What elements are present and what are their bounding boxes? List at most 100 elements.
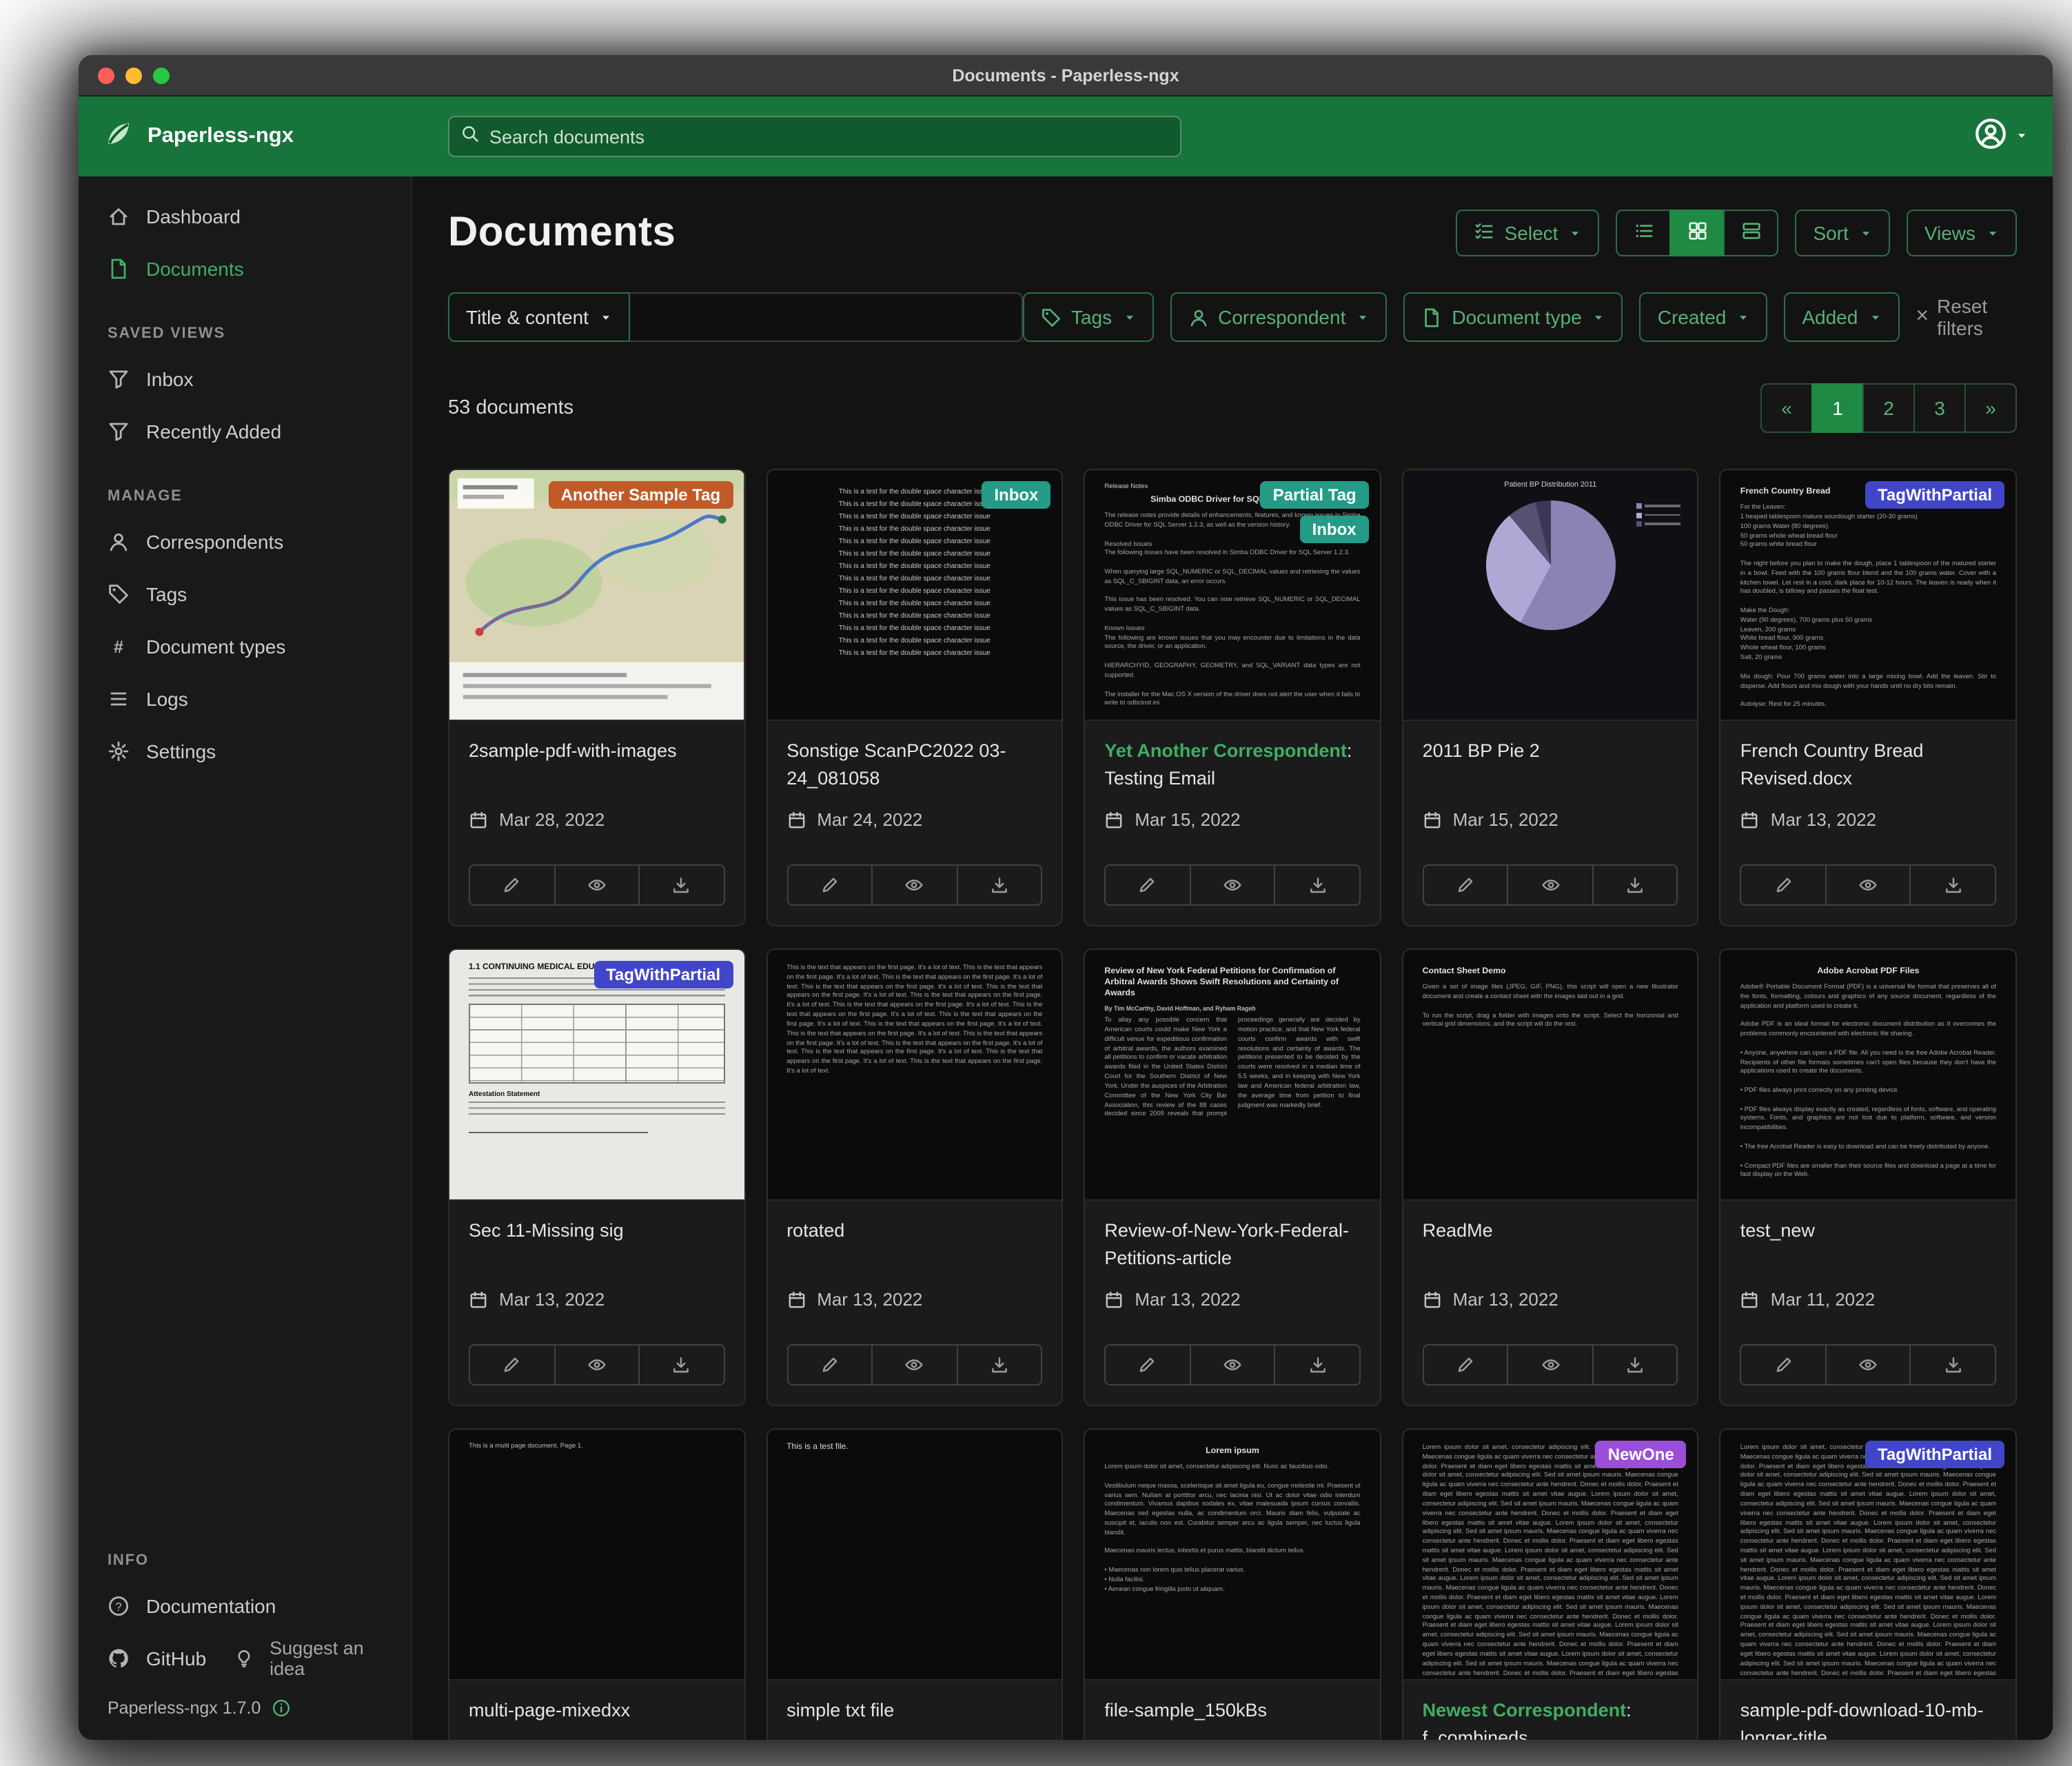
document-card[interactable]: 1.1 CONTINUING MEDICAL EDUCATIONAttestat… — [448, 948, 745, 1406]
filter-added-button[interactable]: Added — [1784, 292, 1899, 342]
download-document-button[interactable] — [1592, 864, 1678, 906]
pagination-prev-button[interactable]: « — [1760, 383, 1813, 433]
document-card[interactable]: Another Sample Tag2sample-pdf-with-image… — [448, 469, 745, 926]
document-thumbnail[interactable]: This is a test file. — [767, 1430, 1062, 1681]
tag-badge[interactable]: Inbox — [982, 481, 1050, 509]
document-card[interactable]: This is the text that appears on the fir… — [766, 948, 1063, 1406]
document-thumbnail[interactable]: This is a multi page document. Page 1. — [449, 1430, 744, 1681]
sidebar-item-logs[interactable]: Logs — [79, 673, 411, 725]
sidebar-item-inbox[interactable]: Inbox — [79, 353, 411, 405]
document-thumbnail[interactable]: Adobe Acrobat PDF FilesAdobe® Portable D… — [1721, 950, 2015, 1201]
view-document-button[interactable] — [1507, 1344, 1594, 1386]
document-correspondent[interactable]: Yet Another Correspondent — [1104, 740, 1347, 761]
view-document-button[interactable] — [1825, 1344, 1911, 1386]
search-box[interactable] — [448, 116, 1181, 157]
edit-document-button[interactable] — [1740, 1344, 1827, 1386]
document-thumbnail[interactable]: Release NotesSimba ODBC Driver for SQL S… — [1085, 470, 1379, 721]
download-document-button[interactable] — [1592, 1344, 1678, 1386]
document-correspondent[interactable]: Newest Correspondent — [1423, 1700, 1627, 1721]
view-document-button[interactable] — [871, 1344, 957, 1386]
download-document-button[interactable] — [638, 1344, 724, 1386]
sort-button[interactable]: Sort — [1795, 210, 1889, 256]
tag-badge[interactable]: Another Sample Tag — [549, 481, 733, 509]
document-thumbnail[interactable]: Lorem ipsum dolor sit amet, consectetur … — [1721, 1430, 2015, 1681]
detail-view-button[interactable] — [1723, 210, 1778, 256]
view-document-button[interactable] — [1507, 864, 1594, 906]
sidebar-item-tags[interactable]: Tags — [79, 568, 411, 620]
document-card[interactable]: This is a test for the double space char… — [766, 469, 1063, 926]
document-thumbnail[interactable]: This is a test for the double space char… — [767, 470, 1062, 721]
tag-badge[interactable]: TagWithPartial — [593, 961, 733, 988]
view-document-button[interactable] — [1825, 864, 1911, 906]
edit-document-button[interactable] — [1740, 864, 1827, 906]
pagination-page-2-button[interactable]: 2 — [1862, 383, 1915, 433]
pagination-page-1-button[interactable]: 1 — [1811, 383, 1864, 433]
filter-correspondent-button[interactable]: Correspondent — [1170, 292, 1387, 342]
sidebar-item-dashboard[interactable]: Dashboard — [79, 190, 411, 243]
edit-document-button[interactable] — [1104, 864, 1190, 906]
filter-field-selector[interactable]: Title & content — [448, 292, 630, 342]
tag-badge[interactable]: TagWithPartial — [1865, 1441, 2004, 1468]
search-input[interactable] — [489, 126, 1169, 147]
tag-badge[interactable]: TagWithPartial — [1865, 481, 2004, 509]
download-document-button[interactable] — [1274, 864, 1361, 906]
tag-badge[interactable]: NewOne — [1596, 1441, 1687, 1468]
edit-document-button[interactable] — [1423, 1344, 1509, 1386]
document-card[interactable]: This is a multi page document. Page 1.mu… — [448, 1428, 745, 1740]
download-document-button[interactable] — [1910, 1344, 1996, 1386]
sidebar-item-recently-added[interactable]: Recently Added — [79, 405, 411, 458]
document-card[interactable]: Adobe Acrobat PDF FilesAdobe® Portable D… — [1720, 948, 2017, 1406]
download-document-button[interactable] — [1910, 864, 1996, 906]
sidebar-item-documents[interactable]: Documents — [79, 243, 411, 295]
pagination-next-button[interactable]: » — [1964, 383, 2017, 433]
sidebar-item-suggest-an-idea[interactable]: Suggest an idea — [217, 1632, 411, 1685]
view-document-button[interactable] — [553, 1344, 640, 1386]
document-card[interactable]: French Country BreadFor the Leaven: 1 he… — [1720, 469, 2017, 926]
sidebar-item-documentation[interactable]: ?Documentation — [79, 1580, 411, 1632]
view-document-button[interactable] — [1189, 864, 1275, 906]
view-document-button[interactable] — [871, 864, 957, 906]
sidebar-item-document-types[interactable]: #Document types — [79, 620, 411, 673]
user-menu[interactable] — [1974, 116, 2028, 156]
document-card[interactable]: Release NotesSimba ODBC Driver for SQL S… — [1084, 469, 1381, 926]
download-document-button[interactable] — [638, 864, 724, 906]
filter-tags-button[interactable]: Tags — [1023, 292, 1153, 342]
document-thumbnail[interactable]: Lorem ipsum dolor sit amet, consectetur … — [1403, 1430, 1698, 1681]
edit-document-button[interactable] — [786, 864, 873, 906]
tag-badge[interactable]: Partial Tag — [1261, 481, 1369, 509]
document-thumbnail[interactable]: French Country BreadFor the Leaven: 1 he… — [1721, 470, 2015, 721]
download-document-button[interactable] — [956, 864, 1042, 906]
document-thumbnail[interactable]: Another Sample Tag — [449, 470, 744, 721]
document-thumbnail[interactable]: Review of New York Federal Petitions for… — [1085, 950, 1379, 1201]
document-card[interactable]: Lorem ipsum dolor sit amet, consectetur … — [1402, 1428, 1699, 1740]
download-document-button[interactable] — [956, 1344, 1042, 1386]
edit-document-button[interactable] — [1104, 1344, 1190, 1386]
view-document-button[interactable] — [553, 864, 640, 906]
document-thumbnail[interactable]: Patient BP Distribution 2011 — [1403, 470, 1698, 721]
document-card[interactable]: Contact Sheet DemoGiven a set of image f… — [1402, 948, 1699, 1406]
pagination-page-3-button[interactable]: 3 — [1913, 383, 1966, 433]
tag-badge[interactable]: Inbox — [1300, 516, 1369, 543]
brand[interactable]: Paperless-ngx — [103, 118, 294, 155]
select-button[interactable]: Select — [1456, 210, 1600, 256]
reset-filters-button[interactable]: ×Reset filters — [1916, 295, 2017, 339]
document-card[interactable]: Lorem ipsum dolor sit amet, consectetur … — [1720, 1428, 2017, 1740]
edit-document-button[interactable] — [1423, 864, 1509, 906]
view-document-button[interactable] — [1189, 1344, 1275, 1386]
document-card[interactable]: Lorem ipsumLorem ipsum dolor sit amet, c… — [1084, 1428, 1381, 1740]
document-card[interactable]: This is a test file.simple txt file — [766, 1428, 1063, 1740]
document-thumbnail[interactable]: This is the text that appears on the fir… — [767, 950, 1062, 1201]
list-view-button[interactable] — [1616, 210, 1671, 256]
edit-document-button[interactable] — [786, 1344, 873, 1386]
edit-document-button[interactable] — [469, 864, 555, 906]
sidebar-item-github[interactable]: GitHub — [79, 1632, 217, 1685]
document-card[interactable]: Patient BP Distribution 20112011 BP Pie … — [1402, 469, 1699, 926]
filter-text-input[interactable] — [630, 292, 1023, 342]
filter-document-type-button[interactable]: Document type — [1403, 292, 1623, 342]
document-thumbnail[interactable]: Contact Sheet DemoGiven a set of image f… — [1403, 950, 1698, 1201]
views-button[interactable]: Views — [1907, 210, 2017, 256]
sidebar-item-settings[interactable]: Settings — [79, 725, 411, 778]
grid-view-button[interactable] — [1669, 210, 1725, 256]
filter-created-button[interactable]: Created — [1640, 292, 1768, 342]
download-document-button[interactable] — [1274, 1344, 1361, 1386]
